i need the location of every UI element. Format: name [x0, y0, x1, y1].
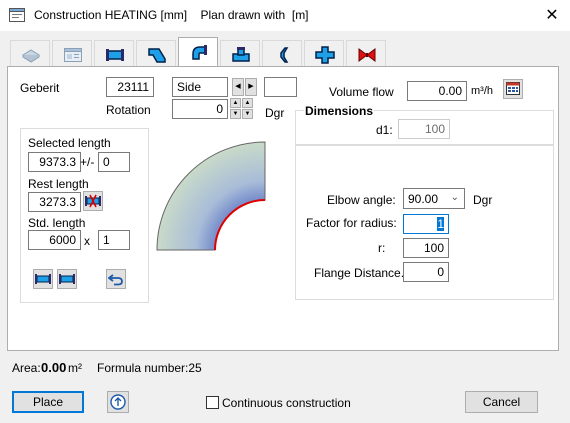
- side-field[interactable]: Side: [172, 77, 228, 97]
- area-value: 0.00: [41, 360, 67, 375]
- insulated-pipe-icon: [22, 49, 40, 63]
- rotation-down-button[interactable]: ▼: [230, 109, 241, 119]
- rotation-label: Rotation: [106, 103, 151, 117]
- area-label: Area:: [12, 361, 41, 375]
- rotation-unit: Dgr: [265, 106, 285, 120]
- continuous-checkbox[interactable]: [206, 396, 219, 409]
- rotation-up-button[interactable]: ▲: [230, 98, 241, 108]
- calculator-button[interactable]: [503, 79, 523, 99]
- rotation-field[interactable]: 0: [172, 99, 228, 119]
- pipe-right-button[interactable]: [57, 269, 77, 289]
- elbow-icon: [192, 45, 207, 60]
- factor-radius-field[interactable]: 1: [403, 214, 449, 234]
- tab-strip: [8, 37, 558, 67]
- volume-flow-field[interactable]: 0.00: [407, 81, 467, 101]
- std-length-label: Std. length: [28, 216, 86, 230]
- cross-icon: [315, 46, 335, 64]
- title-bar: Construction HEATING [mm] Plan drawn wit…: [0, 0, 570, 31]
- tab-reducer[interactable]: [262, 40, 302, 66]
- flange-distance-label: Flange Distance.:: [314, 266, 408, 280]
- factor-radius-label: Factor for radius:: [306, 216, 397, 230]
- calculator-icon: [506, 82, 520, 95]
- manufacturer-label: Geberit: [20, 81, 60, 95]
- multiply-label: x: [84, 234, 90, 248]
- tab-elbow[interactable]: [178, 37, 218, 67]
- tab-straight-pipe[interactable]: [94, 40, 134, 66]
- tab-tee[interactable]: [220, 40, 260, 66]
- tab-cross[interactable]: [304, 40, 344, 66]
- factor-radius-selected-text: 1: [437, 217, 444, 231]
- rest-length-label: Rest length: [28, 177, 89, 191]
- manufacturer-code-field[interactable]: 23111: [106, 77, 154, 97]
- elbow-angle-value: 90.00: [408, 192, 439, 206]
- straight-pipe-icon: [106, 49, 124, 61]
- cancel-button[interactable]: Cancel: [465, 391, 538, 413]
- std-count-field[interactable]: 1: [98, 230, 130, 250]
- side-extra-field[interactable]: [264, 77, 297, 97]
- tolerance-label: +/-: [80, 155, 95, 169]
- continuous-label: Continuous construction: [222, 396, 351, 410]
- selected-length-field[interactable]: 9373.3: [28, 152, 81, 172]
- d1-label: d1:: [376, 123, 393, 137]
- std-length-field[interactable]: 6000: [28, 230, 81, 250]
- formula-number: Formula number:25: [97, 361, 202, 375]
- table-icon: [64, 48, 82, 62]
- rotation-up2-button[interactable]: ▲: [242, 98, 253, 108]
- elbow-angle-select[interactable]: 90.00 ⌄: [403, 188, 465, 209]
- selected-length-label: Selected length: [28, 136, 111, 150]
- close-icon[interactable]: ✕: [538, 4, 566, 28]
- dimensions-heading: Dimensions: [304, 104, 375, 118]
- tab-insulated-pipe[interactable]: [10, 40, 50, 66]
- chevron-down-icon: ⌄: [450, 192, 459, 203]
- r-label: r:: [378, 241, 386, 255]
- rest-length-field[interactable]: 3273.3: [28, 192, 81, 212]
- cut-length-button[interactable]: [83, 191, 103, 211]
- place-button[interactable]: Place: [12, 391, 84, 413]
- rotation-down2-button[interactable]: ▼: [242, 109, 253, 119]
- d1-field[interactable]: 100: [398, 119, 450, 139]
- pipe-cut-icon: [85, 194, 101, 208]
- side-prev-button[interactable]: ◀: [232, 78, 244, 96]
- tab-valve[interactable]: [346, 40, 386, 66]
- flange-distance-field[interactable]: 0: [403, 262, 449, 282]
- r-field[interactable]: 100: [403, 238, 449, 258]
- straight-pipe-icon: [59, 274, 75, 284]
- area-unit: m²: [68, 361, 82, 375]
- elbow-angle-label: Elbow angle:: [327, 193, 396, 207]
- tolerance-field[interactable]: 0: [98, 152, 130, 172]
- undo-icon: [108, 274, 123, 286]
- tab-table[interactable]: [52, 40, 92, 66]
- straight-pipe-icon: [35, 274, 51, 284]
- tab-offset-pipe[interactable]: [136, 40, 176, 66]
- reducer-icon: [280, 47, 289, 63]
- volume-flow-unit: m³/h: [471, 85, 493, 97]
- valve-icon: [358, 48, 376, 62]
- pipe-left-button[interactable]: [33, 269, 53, 289]
- info-icon: [110, 394, 126, 410]
- elbow-preview: [156, 141, 266, 251]
- window-title: Construction HEATING [mm] Plan drawn wit…: [34, 8, 309, 22]
- side-next-button[interactable]: ▶: [245, 78, 257, 96]
- offset-pipe-icon: [148, 48, 166, 63]
- volume-flow-label: Volume flow: [329, 85, 394, 99]
- elbow-angle-unit: Dgr: [473, 193, 493, 207]
- tee-icon: [232, 47, 250, 62]
- app-icon: [9, 8, 25, 22]
- info-button[interactable]: [107, 391, 129, 413]
- undo-button[interactable]: [106, 269, 126, 289]
